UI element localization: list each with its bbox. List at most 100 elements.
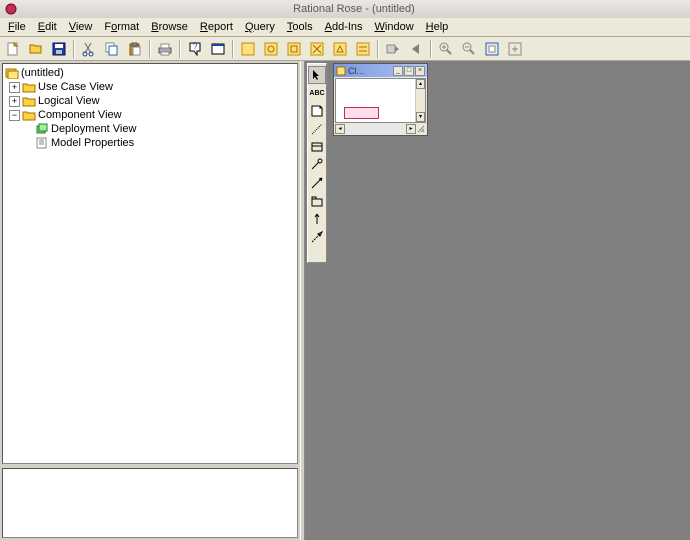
diagram6-button[interactable] [352, 39, 374, 59]
model-icon [5, 67, 19, 79]
anchor-tool[interactable] [308, 120, 326, 138]
realize-tool[interactable] [308, 228, 326, 246]
scroll-right-icon[interactable]: ▸ [406, 124, 416, 134]
menu-report[interactable]: Report [194, 19, 239, 35]
tree-item[interactable]: + Use Case View [5, 80, 295, 94]
documentation-panel[interactable] [2, 468, 298, 538]
separator [149, 40, 151, 58]
menu-window[interactable]: Window [369, 19, 420, 35]
nav-back-button[interactable] [382, 39, 404, 59]
diagram1-button[interactable] [237, 39, 259, 59]
diagram2-button[interactable] [260, 39, 282, 59]
zoom-out-button[interactable] [458, 39, 480, 59]
folder-icon [22, 95, 36, 107]
menu-addins[interactable]: Add-Ins [319, 19, 369, 35]
scroll-down-icon[interactable]: ▾ [416, 112, 425, 122]
new-button[interactable] [2, 39, 24, 59]
tool-palette: ABC [307, 63, 327, 263]
copy-button[interactable] [101, 39, 123, 59]
interface-tool[interactable] [308, 156, 326, 174]
diagram-titlebar[interactable]: Cl... _ □ × [334, 64, 427, 77]
tree-item[interactable]: Deployment View [5, 122, 295, 136]
diagram5-button[interactable] [329, 39, 351, 59]
print-button[interactable] [154, 39, 176, 59]
fit-button[interactable] [481, 39, 503, 59]
menu-browse[interactable]: Browse [145, 19, 194, 35]
expand-icon[interactable]: + [9, 96, 20, 107]
vertical-scrollbar[interactable]: ▴ ▾ [415, 79, 425, 122]
left-column: (untitled) + Use Case View + Logical Vie… [0, 61, 300, 540]
menu-format[interactable]: Format [98, 19, 145, 35]
separator [430, 40, 432, 58]
open-button[interactable] [25, 39, 47, 59]
cut-button[interactable] [78, 39, 100, 59]
properties-icon [35, 137, 49, 149]
tree-label: Logical View [38, 95, 100, 107]
tree-label: (untitled) [21, 67, 64, 79]
diagram-icon [336, 66, 346, 76]
window-title: Rational Rose - (untitled) [22, 3, 686, 15]
app-icon [4, 2, 18, 16]
nav-prev-button[interactable] [405, 39, 427, 59]
menu-view[interactable]: View [63, 19, 99, 35]
diagram-window[interactable]: Cl... _ □ × ▴ ▾ ◂ ▸ [333, 63, 428, 136]
minimize-button[interactable]: _ [393, 66, 403, 76]
folder-icon [22, 109, 36, 121]
browse-button[interactable] [207, 39, 229, 59]
menu-help[interactable]: Help [420, 19, 455, 35]
maximize-button[interactable]: □ [404, 66, 414, 76]
separator [377, 40, 379, 58]
class-tool[interactable] [308, 138, 326, 156]
tree-root[interactable]: (untitled) [5, 66, 295, 80]
separator [73, 40, 75, 58]
association-tool[interactable] [308, 174, 326, 192]
dependency-tool[interactable] [308, 210, 326, 228]
scroll-up-icon[interactable]: ▴ [416, 79, 425, 89]
titlebar: Rational Rose - (untitled) [0, 0, 690, 18]
text-tool[interactable]: ABC [308, 84, 326, 102]
diagram-element[interactable] [344, 107, 379, 119]
menu-file[interactable]: File [2, 19, 32, 35]
save-button[interactable] [48, 39, 70, 59]
diagram-title: Cl... [348, 66, 392, 76]
right-column: ABC Cl... _ □ × [305, 61, 690, 540]
separator [179, 40, 181, 58]
horizontal-scrollbar[interactable]: ◂ ▸ [335, 124, 426, 134]
tree-item[interactable]: + Logical View [5, 94, 295, 108]
toolbar: ? [0, 37, 690, 61]
scroll-track[interactable] [416, 89, 425, 112]
tree-label: Component View [38, 109, 122, 121]
folder-icon [22, 81, 36, 93]
tree-item[interactable]: Model Properties [5, 136, 295, 150]
browser-tree[interactable]: (untitled) + Use Case View + Logical Vie… [2, 63, 298, 464]
expand-icon[interactable]: + [9, 82, 20, 93]
mdi-area: Cl... _ □ × ▴ ▾ ◂ ▸ [327, 61, 690, 540]
scroll-track[interactable] [345, 124, 406, 134]
collapse-icon[interactable]: − [9, 110, 20, 121]
resize-grip-icon[interactable] [416, 124, 426, 134]
deployment-icon [35, 123, 49, 135]
menu-tools[interactable]: Tools [281, 19, 319, 35]
menubar: File Edit View Format Browse Report Quer… [0, 18, 690, 37]
tree-label: Model Properties [51, 137, 134, 149]
svg-text:?: ? [193, 42, 198, 51]
menu-query[interactable]: Query [239, 19, 281, 35]
diagram4-button[interactable] [306, 39, 328, 59]
pointer-tool[interactable] [308, 66, 326, 84]
tree-item[interactable]: − Component View [5, 108, 295, 122]
scroll-left-icon[interactable]: ◂ [335, 124, 345, 134]
tree-label: Deployment View [51, 123, 136, 135]
note-tool[interactable] [308, 102, 326, 120]
tree-label: Use Case View [38, 81, 113, 93]
package-tool[interactable] [308, 192, 326, 210]
workspace: (untitled) + Use Case View + Logical Vie… [0, 61, 690, 540]
paste-button[interactable] [124, 39, 146, 59]
separator [232, 40, 234, 58]
menu-edit[interactable]: Edit [32, 19, 63, 35]
diagram3-button[interactable] [283, 39, 305, 59]
help-button[interactable]: ? [184, 39, 206, 59]
close-button[interactable]: × [415, 66, 425, 76]
diagram-canvas[interactable]: ▴ ▾ [335, 78, 426, 123]
undo-fit-button[interactable] [504, 39, 526, 59]
zoom-in-button[interactable] [435, 39, 457, 59]
